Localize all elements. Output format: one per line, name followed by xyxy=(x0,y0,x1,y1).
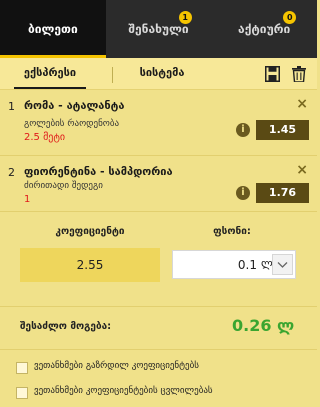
saved-count-badge: 1 xyxy=(178,11,192,24)
bet-market: გოლების რაოდენობა xyxy=(24,119,120,129)
tab-system[interactable]: სისტემა xyxy=(120,58,204,90)
currency-symbol: ლ xyxy=(261,257,273,270)
accept-higher-odds-checkbox[interactable] xyxy=(16,362,28,374)
tab-saved-label: შენახული xyxy=(128,22,189,36)
subtab-divider xyxy=(112,67,113,83)
stake-field: ლ xyxy=(172,250,296,279)
betslip-tabs: ბილეთი შენახული 1 აქტიური 0 xyxy=(0,0,317,58)
tab-active-label: აქტიური xyxy=(238,22,291,36)
bet-market: ძირითადი შედეგი xyxy=(24,181,103,191)
chevron-down-icon xyxy=(277,262,288,268)
bet-item: 1 რომა - ატალანტა გოლების რაოდენობა 2.5 … xyxy=(0,91,317,156)
bet-odds: 1.76 xyxy=(256,183,309,203)
active-count-badge: 0 xyxy=(283,11,297,24)
bet-odds: 1.45 xyxy=(256,120,309,140)
tab-active[interactable]: აქტიური 0 xyxy=(211,0,317,58)
total-coefficient: 2.55 xyxy=(20,248,160,282)
bet-number: 2 xyxy=(8,166,15,179)
tab-express[interactable]: ექსპრესი xyxy=(0,58,100,90)
stake-label: ფსონი: xyxy=(213,226,251,237)
info-icon[interactable]: i xyxy=(236,123,250,137)
bet-match-name: რომა - ატალანტა xyxy=(24,99,125,112)
bet-number: 1 xyxy=(8,100,15,113)
bet-selection: 2.5 მეტი xyxy=(24,132,66,143)
tab-ticket-label: ბილეთი xyxy=(27,22,78,36)
bet-item: 2 ფიორენტინა - სამპდორია ძირითადი შედეგი… xyxy=(0,157,317,211)
stake-panel: კოეფიციენტი ფსონი: 2.55 ლ xyxy=(0,211,317,307)
close-icon[interactable]: × xyxy=(296,162,308,178)
accept-higher-odds-option[interactable]: ვეთანხმები გაზრდილ კოეფიციენტებს xyxy=(0,359,317,381)
winnings-label: შესაძლო მოგება: xyxy=(20,321,112,332)
trash-icon[interactable] xyxy=(292,66,306,82)
bet-selection: 1 xyxy=(24,194,31,205)
close-icon[interactable]: × xyxy=(296,96,308,112)
bet-type-tabs: ექსპრესი სისტემა xyxy=(0,58,317,90)
accept-odds-changes-label: ვეთანხმები კოეფიციენტების ცვლილებას xyxy=(34,386,213,396)
accept-odds-changes-checkbox[interactable] xyxy=(16,387,28,399)
tab-saved[interactable]: შენახული 1 xyxy=(106,0,212,58)
tab-ticket[interactable]: ბილეთი xyxy=(0,0,106,58)
info-icon[interactable]: i xyxy=(236,186,250,200)
winnings-row: შესაძლო მოგება: 0.26 ლ xyxy=(0,307,317,350)
accept-odds-changes-option[interactable]: ვეთანხმები კოეფიციენტების ცვლილებას xyxy=(0,384,317,406)
bet-match-name: ფიორენტინა - სამპდორია xyxy=(24,165,173,178)
accept-higher-odds-label: ვეთანხმები გაზრდილ კოეფიციენტებს xyxy=(34,361,199,371)
stake-input[interactable] xyxy=(173,251,259,278)
save-icon[interactable] xyxy=(265,66,280,82)
winnings-value: 0.26 ლ xyxy=(232,316,295,335)
coefficient-label: კოეფიციენტი xyxy=(55,226,125,237)
stake-dropdown-button[interactable] xyxy=(272,254,293,275)
